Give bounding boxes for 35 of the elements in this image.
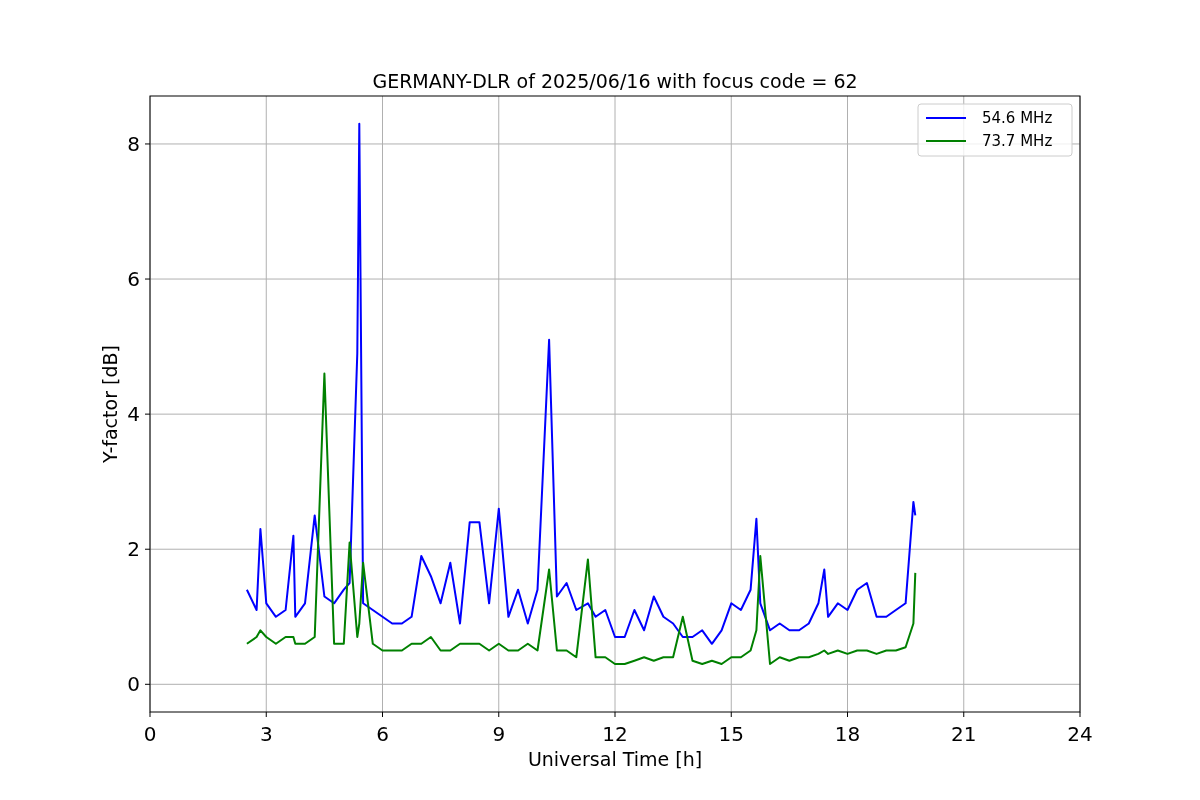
tick-mark [498,711,500,718]
x-tick-label: 18 [834,722,861,746]
tick-mark [144,548,151,550]
tick-mark [149,711,151,718]
y-tick-label: 8 [127,131,140,156]
tick-mark [614,711,616,718]
y-tick-label: 0 [127,672,140,697]
y-tick-label: 4 [127,402,140,427]
x-tick-label: 24 [1067,722,1093,746]
legend-line-icon [925,140,967,142]
x-tick-label: 12 [602,722,628,746]
y-tick-label: 6 [127,267,140,292]
tick-mark [382,711,383,718]
legend-line-icon [925,117,967,119]
legend-label: 54.6 MHz [982,109,1053,127]
x-tick-label: 21 [951,722,977,746]
x-tick-label: 3 [259,722,273,746]
x-tick-label: 6 [376,722,389,746]
tick-mark [1079,711,1081,718]
tick-mark [144,278,151,280]
legend-label: 73.7 MHz [982,132,1053,150]
tick-mark [144,413,151,415]
x-tick-label: 15 [718,722,744,746]
y-axis-label: Y-factor [dB] [99,345,121,463]
tick-mark [144,143,151,145]
chart-title: GERMANY-DLR of 2025/06/16 with focus code = 62 [372,70,858,92]
x-axis-label: Universal Time [h] [527,748,703,770]
tick-mark [847,711,848,718]
tick-mark [144,683,151,685]
x-tick-label: 0 [143,722,157,746]
y-tick-label: 2 [127,537,140,562]
tick-mark [265,711,267,718]
x-tick-label: 9 [492,722,506,746]
tick-mark [730,711,732,718]
tick-mark [963,711,965,718]
